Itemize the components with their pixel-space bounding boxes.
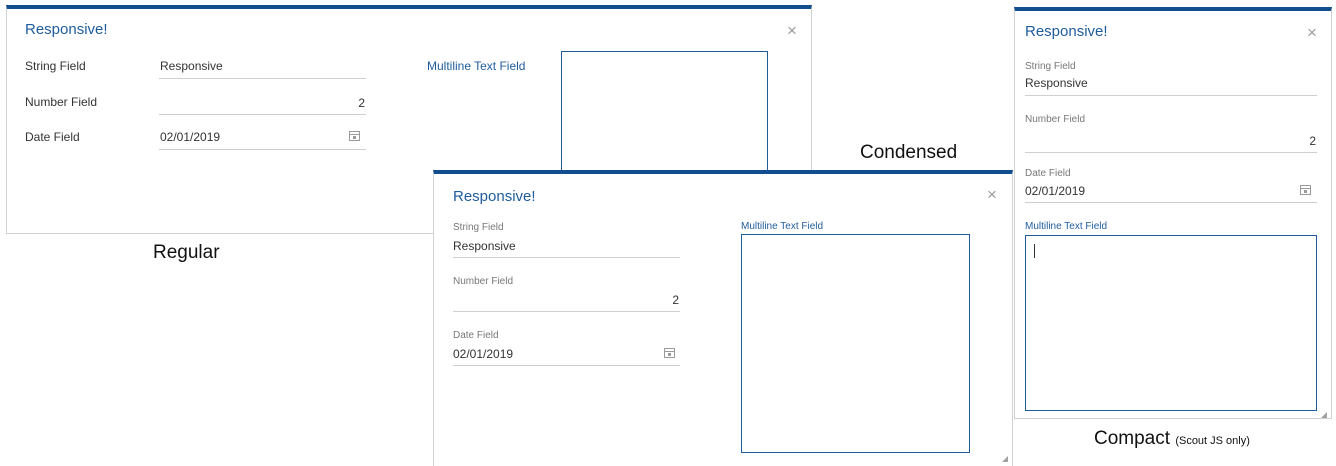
close-icon[interactable]: × xyxy=(787,22,797,39)
multiline-field-label: Multiline Text Field xyxy=(1025,221,1108,232)
string-field-value: Responsive xyxy=(160,59,223,73)
multiline-text-field[interactable] xyxy=(1025,235,1317,411)
caption-compact-text: Compact xyxy=(1094,428,1171,449)
caption-regular: Regular xyxy=(153,242,220,263)
date-field-label: Date Field xyxy=(453,330,499,341)
resize-handle-icon[interactable] xyxy=(1321,412,1327,418)
text-cursor xyxy=(1034,244,1035,258)
string-field[interactable]: Responsive xyxy=(159,53,366,79)
dialog-title: Responsive! xyxy=(1025,23,1108,40)
string-field-label: String Field xyxy=(453,222,504,233)
multiline-field-label: Multiline Text Field xyxy=(427,59,526,73)
compact-dialog: Responsive! × String Field Responsive Nu… xyxy=(1014,7,1332,419)
string-field[interactable]: Responsive xyxy=(453,234,680,258)
date-field-value: 02/01/2019 xyxy=(1025,184,1086,198)
number-field-value: 2 xyxy=(672,293,679,307)
date-field[interactable]: 02/01/2019 xyxy=(159,124,366,150)
caption-compact-note: (Scout JS only) xyxy=(1175,435,1250,447)
number-field[interactable]: 2 xyxy=(453,288,680,312)
number-field-label: Number Field xyxy=(453,276,514,287)
string-field[interactable]: Responsive xyxy=(1025,72,1317,96)
multiline-field-label: Multiline Text Field xyxy=(741,221,824,232)
string-field-value: Responsive xyxy=(1025,76,1088,90)
caption-condensed: Condensed xyxy=(860,142,958,163)
string-field-label: String Field xyxy=(1025,61,1076,72)
date-field-value: 02/01/2019 xyxy=(453,347,514,361)
date-field[interactable]: 02/01/2019 xyxy=(453,342,680,366)
number-field-value: 2 xyxy=(1309,134,1316,148)
number-field-label: Number Field xyxy=(25,95,98,109)
number-field[interactable]: 2 xyxy=(159,89,366,115)
calendar-icon[interactable] xyxy=(349,131,360,141)
number-field-value: 2 xyxy=(358,96,365,110)
date-field-label: Date Field xyxy=(25,130,80,144)
close-icon[interactable]: × xyxy=(987,186,997,203)
resize-handle-icon[interactable] xyxy=(1002,456,1008,462)
calendar-icon[interactable] xyxy=(1300,185,1311,195)
dialog-title: Responsive! xyxy=(453,188,536,205)
number-field[interactable]: 2 xyxy=(1025,125,1317,153)
date-field-value: 02/01/2019 xyxy=(160,130,221,144)
string-field-value: Responsive xyxy=(453,239,516,253)
multiline-text-field[interactable] xyxy=(741,234,970,453)
date-field-label: Date Field xyxy=(1025,168,1071,179)
string-field-label: String Field xyxy=(25,59,86,73)
calendar-icon[interactable] xyxy=(664,348,675,358)
date-field[interactable]: 02/01/2019 xyxy=(1025,179,1317,203)
condensed-dialog: Responsive! × String Field Responsive Nu… xyxy=(433,170,1013,466)
number-field-label: Number Field xyxy=(1025,114,1086,125)
dialog-title: Responsive! xyxy=(25,21,108,38)
caption-compact: Compact (Scout JS only) xyxy=(1094,428,1250,450)
close-icon[interactable]: × xyxy=(1307,24,1317,41)
